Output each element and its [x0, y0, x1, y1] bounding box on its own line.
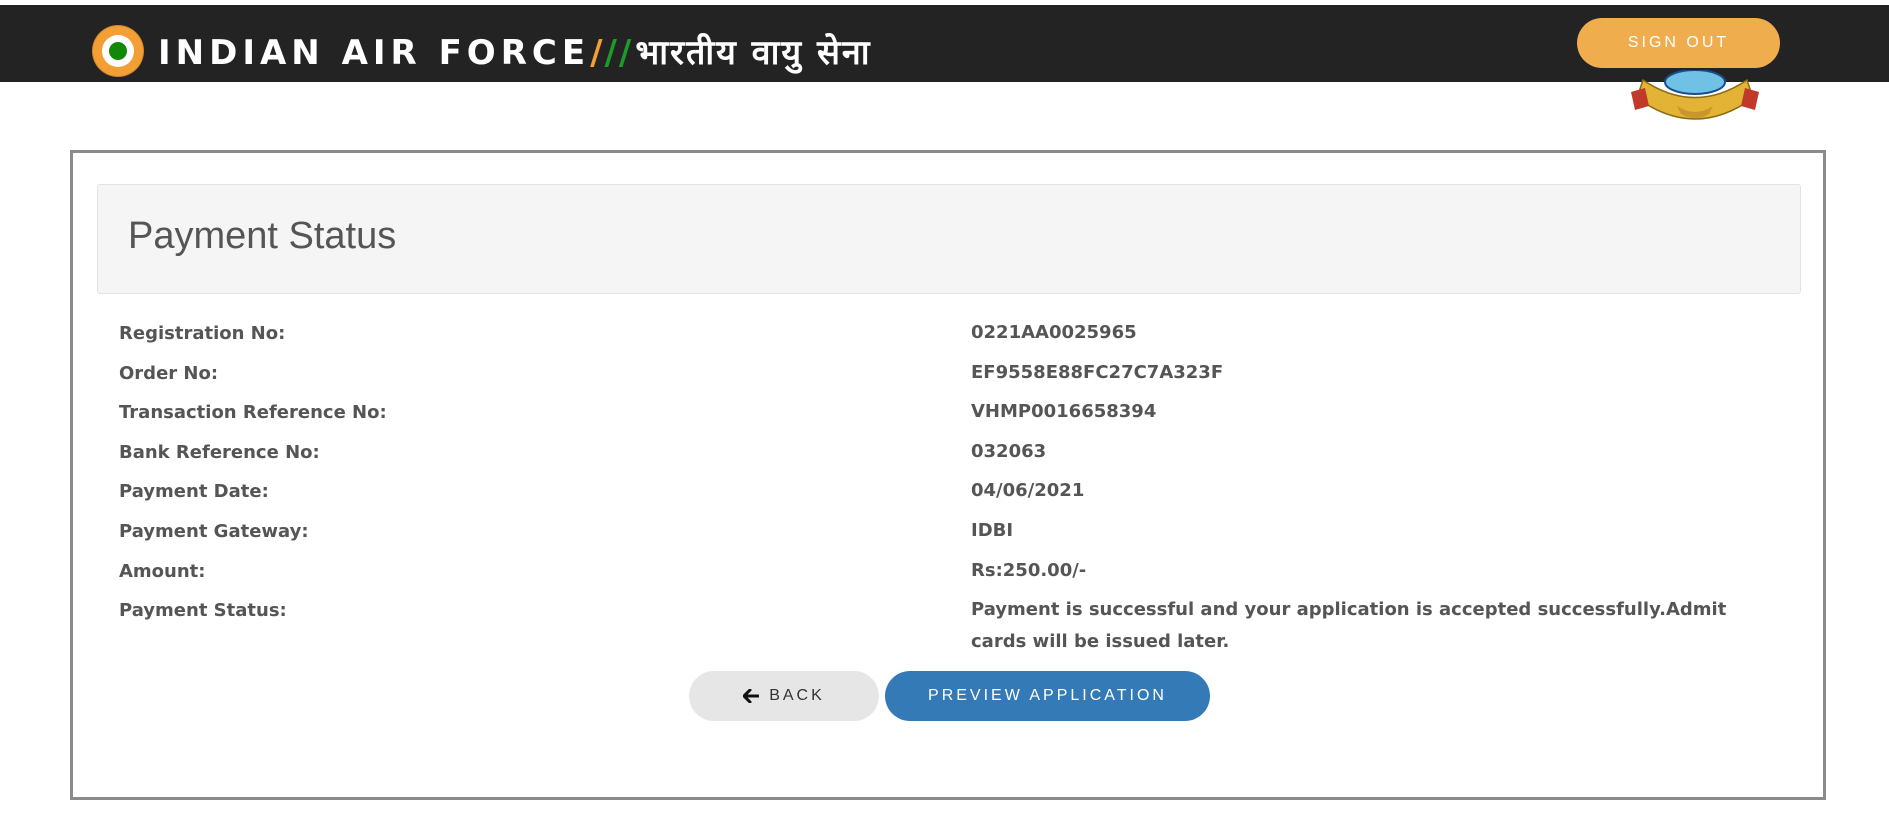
- brand-title: INDIAN AIR FORCE///भारतीय वायु सेना: [158, 28, 872, 74]
- detail-label: Bank Reference No:: [119, 441, 320, 463]
- brand-slash-green: //: [604, 33, 634, 73]
- back-button-label: BACK: [769, 687, 825, 704]
- detail-label: Payment Gateway:: [119, 520, 309, 542]
- detail-row-payment-status: Payment Status: Payment is successful an…: [119, 599, 1819, 652]
- iaf-emblem-icon: [1631, 70, 1759, 120]
- payment-details: Registration No: 0221AA0025965 Order No:…: [119, 322, 1819, 652]
- detail-label: Transaction Reference No:: [119, 402, 387, 424]
- preview-application-button[interactable]: PREVIEW APPLICATION: [885, 671, 1210, 721]
- top-navbar: INDIAN AIR FORCE///भारतीय वायु सेना SIGN…: [0, 5, 1889, 82]
- brand[interactable]: INDIAN AIR FORCE///भारतीय वायु सेना: [92, 24, 872, 78]
- arrow-left-icon: [743, 689, 760, 703]
- detail-value: 04/06/2021: [971, 480, 1085, 502]
- detail-value: IDBI: [971, 519, 1014, 541]
- iaf-roundel-icon: [92, 25, 144, 77]
- detail-value: Payment is successful and your applicati…: [971, 599, 1727, 653]
- sign-out-button[interactable]: SIGN OUT: [1577, 18, 1780, 68]
- page-title: Payment Status: [128, 215, 397, 257]
- payment-status-card: Payment Status Registration No: 0221AA00…: [70, 150, 1826, 800]
- back-button[interactable]: BACK: [689, 671, 879, 721]
- brand-slash-orange: /: [590, 33, 605, 73]
- detail-label: Payment Status:: [119, 600, 287, 622]
- detail-value: 032063: [971, 440, 1047, 462]
- detail-label: Registration No:: [119, 323, 286, 344]
- detail-value: VHMP0016658394: [971, 401, 1157, 423]
- brand-title-hindi: भारतीय वायु सेना: [635, 33, 872, 73]
- detail-label: Payment Date:: [119, 481, 269, 503]
- detail-label: Amount:: [119, 560, 206, 582]
- panel-heading: Payment Status: [97, 184, 1801, 294]
- brand-title-english: INDIAN AIR FORCE: [158, 33, 591, 73]
- detail-label: Order No:: [119, 362, 219, 384]
- detail-value: 0221AA0025965: [971, 322, 1137, 343]
- detail-value: EF9558E88FC27C7A323F: [971, 361, 1224, 383]
- action-buttons: BACK PREVIEW APPLICATION: [689, 671, 1210, 721]
- detail-value: Rs:250.00/-: [971, 559, 1087, 581]
